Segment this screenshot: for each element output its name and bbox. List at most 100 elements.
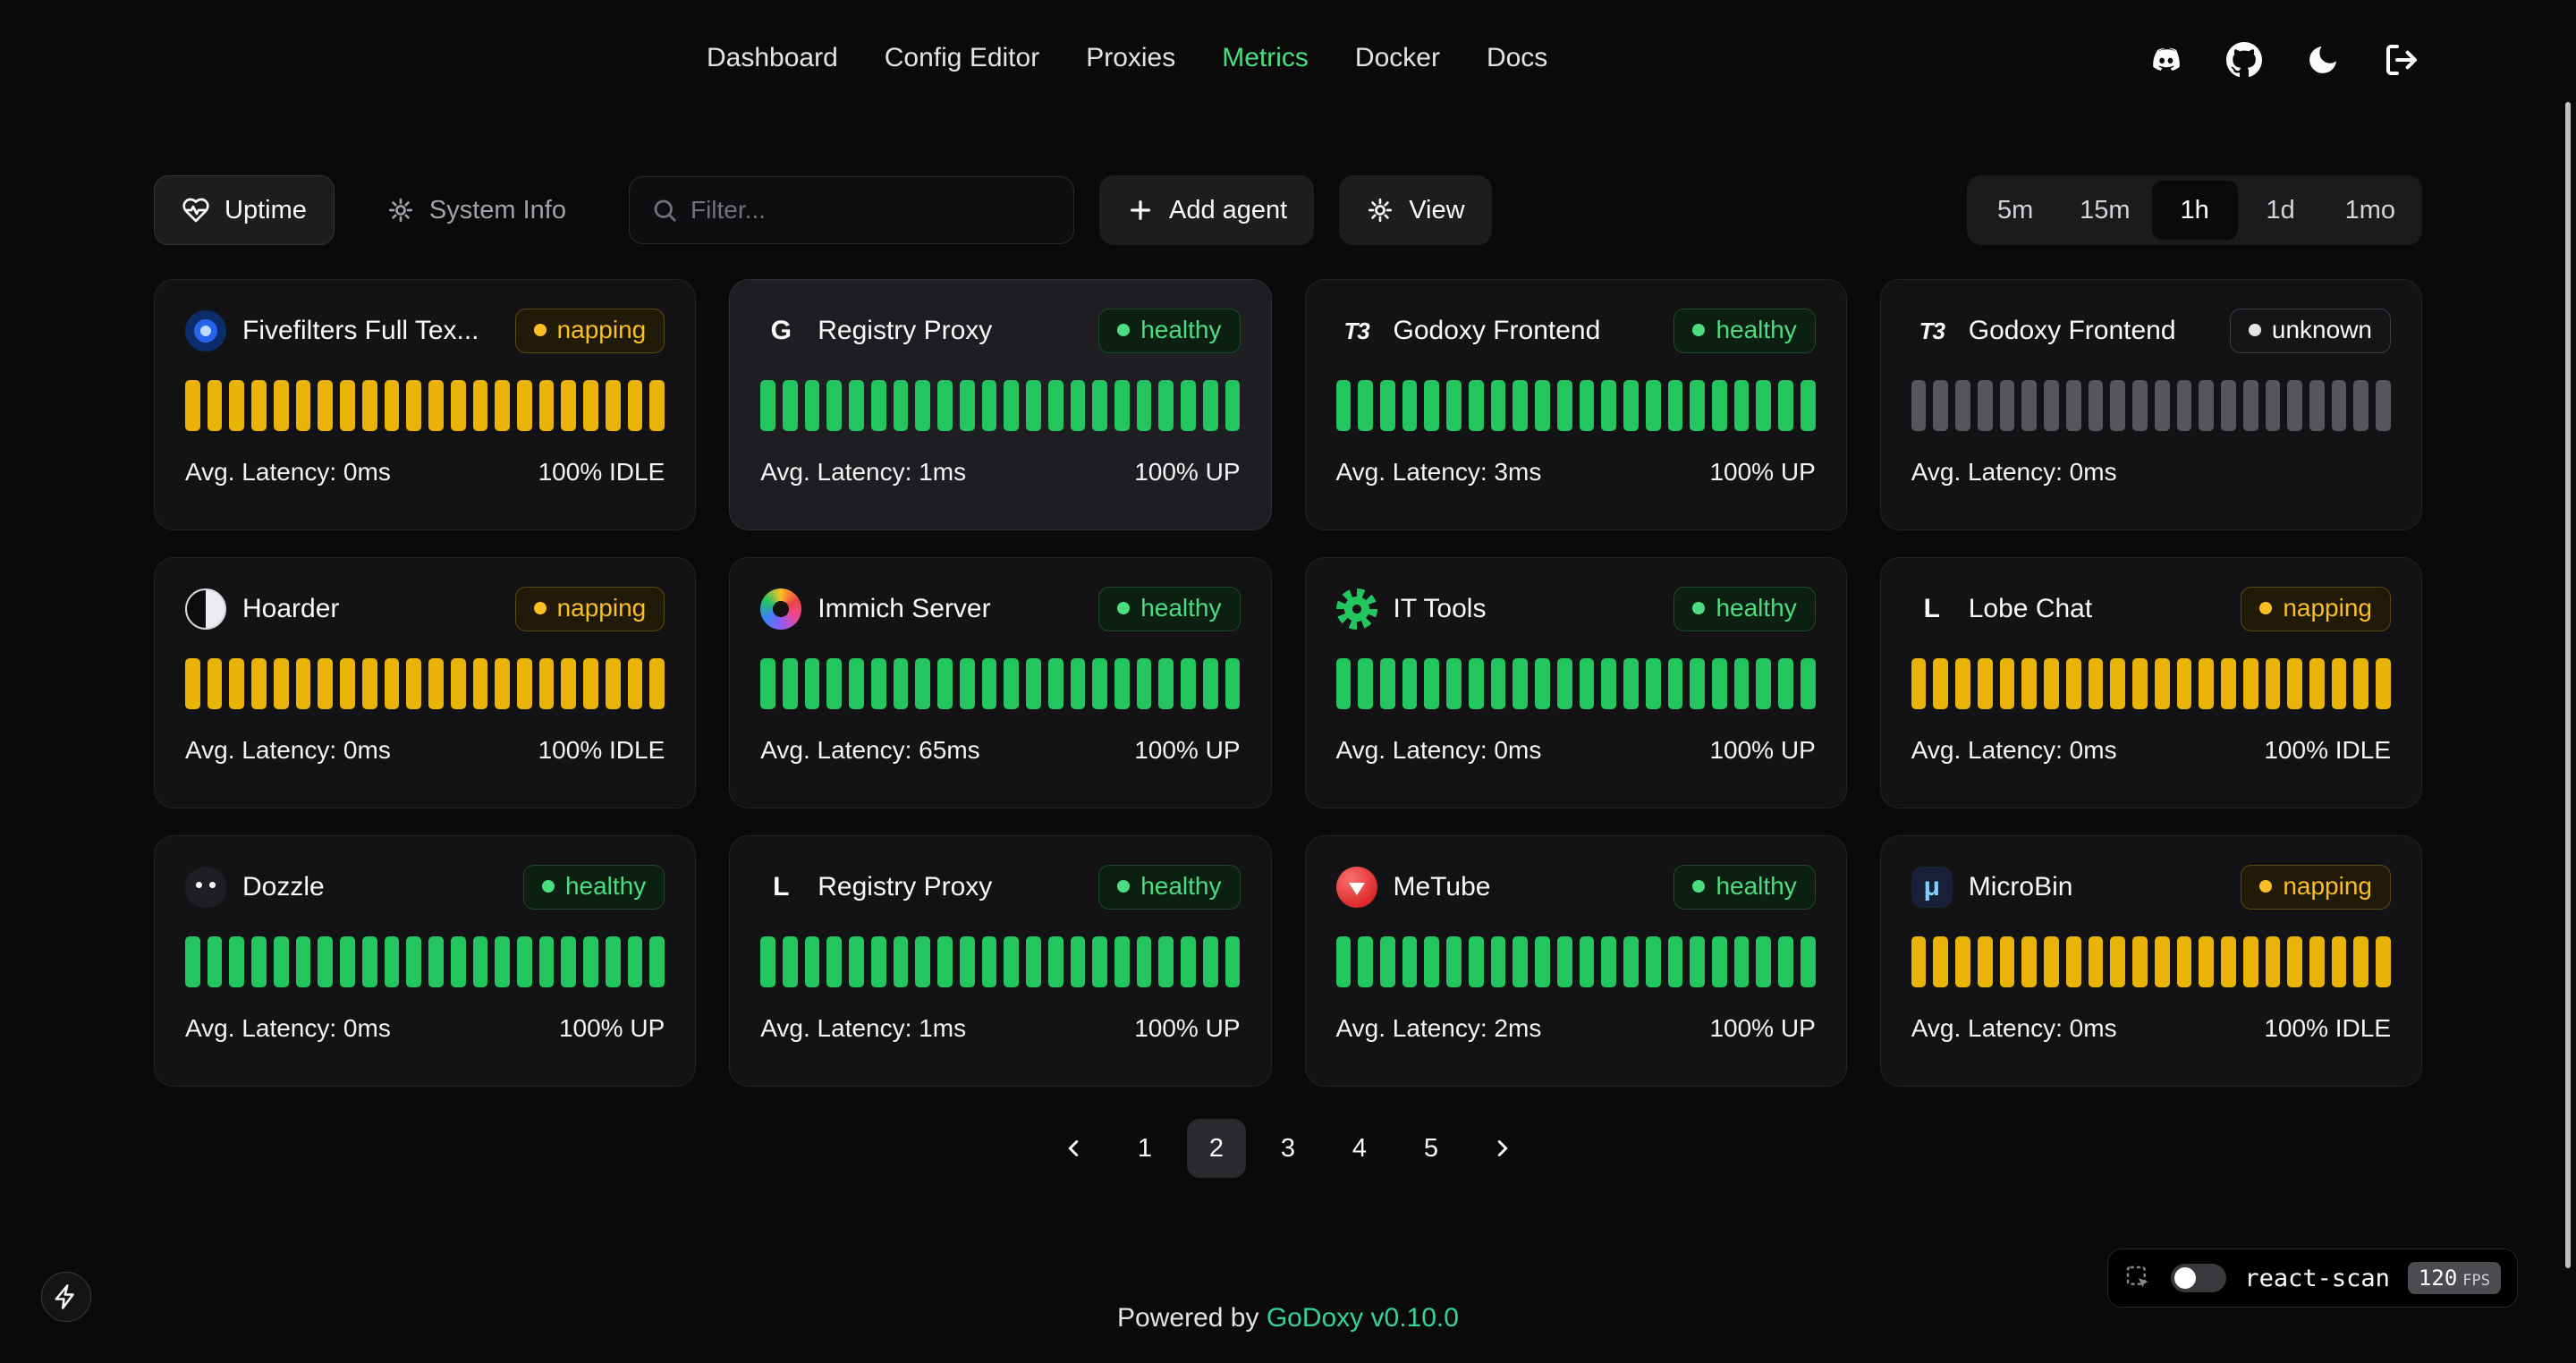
page-5-button[interactable]: 5 <box>1402 1119 1461 1178</box>
uptime-bar[interactable] <box>495 658 510 709</box>
uptime-bar[interactable] <box>1580 936 1595 987</box>
uptime-bar[interactable] <box>1911 380 1927 431</box>
service-card-godoxy-frontend[interactable]: T3Godoxy FrontendhealthyAvg. Latency: 3m… <box>1305 279 1847 530</box>
uptime-bar[interactable] <box>1469 936 1484 987</box>
service-card-hoarder[interactable]: HoardernappingAvg. Latency: 0ms100% IDLE <box>154 557 696 808</box>
filter-search-box[interactable] <box>629 176 1074 244</box>
uptime-bar[interactable] <box>561 658 576 709</box>
uptime-bar[interactable] <box>2309 380 2325 431</box>
uptime-bar[interactable] <box>937 658 953 709</box>
uptime-bar[interactable] <box>1801 936 1816 987</box>
uptime-bar[interactable] <box>1446 658 1462 709</box>
uptime-bar[interactable] <box>2066 380 2081 431</box>
next-page-button[interactable] <box>1473 1119 1532 1178</box>
uptime-bar[interactable] <box>628 658 643 709</box>
uptime-bar[interactable] <box>649 380 665 431</box>
uptime-bar[interactable] <box>1978 658 1993 709</box>
uptime-bar[interactable] <box>517 936 532 987</box>
uptime-bar[interactable] <box>871 380 886 431</box>
uptime-bar[interactable] <box>1778 658 1793 709</box>
uptime-bar[interactable] <box>2243 380 2258 431</box>
uptime-bar[interactable] <box>1203 380 1218 431</box>
uptime-bar[interactable] <box>428 936 444 987</box>
uptime-bar[interactable] <box>1071 380 1086 431</box>
uptime-bar[interactable] <box>960 936 975 987</box>
uptime-bar[interactable] <box>1668 380 1683 431</box>
uptime-bar[interactable] <box>2155 936 2170 987</box>
uptime-bar[interactable] <box>826 658 842 709</box>
uptime-bar[interactable] <box>849 936 864 987</box>
uptime-bar[interactable] <box>1181 936 1196 987</box>
uptime-bar[interactable] <box>2376 658 2391 709</box>
uptime-bar[interactable] <box>583 658 598 709</box>
uptime-bar[interactable] <box>1424 658 1439 709</box>
uptime-bar[interactable] <box>517 380 532 431</box>
uptime-bar[interactable] <box>2155 380 2170 431</box>
uptime-bar[interactable] <box>2199 936 2214 987</box>
uptime-bar[interactable] <box>296 658 311 709</box>
uptime-bar[interactable] <box>1955 936 1970 987</box>
uptime-bar[interactable] <box>2287 380 2302 431</box>
uptime-bar[interactable] <box>185 658 200 709</box>
uptime-bar[interactable] <box>1734 658 1750 709</box>
uptime-bar[interactable] <box>1071 936 1086 987</box>
uptime-bar[interactable] <box>1092 380 1107 431</box>
uptime-bar[interactable] <box>1137 936 1152 987</box>
uptime-bar[interactable] <box>1048 936 1063 987</box>
service-card-godoxy-frontend[interactable]: T3Godoxy FrontendunknownAvg. Latency: 0m… <box>1880 279 2422 530</box>
uptime-bar[interactable] <box>2266 936 2281 987</box>
uptime-bar[interactable] <box>274 936 289 987</box>
uptime-bar[interactable] <box>473 380 488 431</box>
uptime-bar[interactable] <box>2332 936 2347 987</box>
page-1-button[interactable]: 1 <box>1115 1119 1174 1178</box>
uptime-bar[interactable] <box>649 658 665 709</box>
uptime-bar[interactable] <box>894 936 909 987</box>
react-scan-toggle[interactable] <box>2171 1264 2226 1292</box>
uptime-bar[interactable] <box>274 658 289 709</box>
scrollbar[interactable] <box>2565 102 2571 1268</box>
uptime-bar[interactable] <box>473 658 488 709</box>
page-3-button[interactable]: 3 <box>1258 1119 1318 1178</box>
uptime-bar[interactable] <box>1424 936 1439 987</box>
uptime-bar[interactable] <box>2000 380 2015 431</box>
uptime-bar[interactable] <box>1048 380 1063 431</box>
uptime-bar[interactable] <box>362 380 377 431</box>
uptime-bar[interactable] <box>1623 936 1639 987</box>
uptime-bar[interactable] <box>805 380 820 431</box>
uptime-bar[interactable] <box>340 936 355 987</box>
uptime-bar[interactable] <box>1601 658 1616 709</box>
uptime-bar[interactable] <box>1734 380 1750 431</box>
uptime-bar[interactable] <box>1380 658 1395 709</box>
uptime-bar[interactable] <box>982 658 997 709</box>
range-15m-button[interactable]: 15m <box>2058 181 2151 240</box>
uptime-bar[interactable] <box>1004 936 1019 987</box>
page-2-button[interactable]: 2 <box>1187 1119 1246 1178</box>
range-1d-button[interactable]: 1d <box>2238 181 2324 240</box>
uptime-bar[interactable] <box>2353 380 2368 431</box>
uptime-bar[interactable] <box>871 658 886 709</box>
uptime-bar[interactable] <box>1158 936 1174 987</box>
uptime-bar[interactable] <box>2309 936 2325 987</box>
uptime-bar[interactable] <box>1092 658 1107 709</box>
uptime-bar[interactable] <box>2177 658 2192 709</box>
uptime-bar[interactable] <box>1181 380 1196 431</box>
uptime-bar[interactable] <box>1978 936 1993 987</box>
uptime-bar[interactable] <box>1513 936 1528 987</box>
quick-actions-button[interactable] <box>41 1272 91 1322</box>
uptime-bar[interactable] <box>1358 380 1373 431</box>
uptime-bar[interactable] <box>1933 380 1948 431</box>
uptime-bar[interactable] <box>2376 936 2391 987</box>
uptime-bar[interactable] <box>318 658 333 709</box>
uptime-bar[interactable] <box>2243 936 2258 987</box>
uptime-bar[interactable] <box>1978 380 1993 431</box>
uptime-bar[interactable] <box>2266 380 2281 431</box>
uptime-bar[interactable] <box>208 658 223 709</box>
uptime-bar[interactable] <box>1712 658 1727 709</box>
uptime-bar[interactable] <box>1580 380 1595 431</box>
uptime-bar[interactable] <box>2332 658 2347 709</box>
uptime-bar[interactable] <box>2044 380 2059 431</box>
service-card-lobe-chat[interactable]: LLobe ChatnappingAvg. Latency: 0ms100% I… <box>1880 557 2422 808</box>
uptime-bar[interactable] <box>937 936 953 987</box>
uptime-bar[interactable] <box>1535 658 1550 709</box>
uptime-bar[interactable] <box>1933 936 1948 987</box>
